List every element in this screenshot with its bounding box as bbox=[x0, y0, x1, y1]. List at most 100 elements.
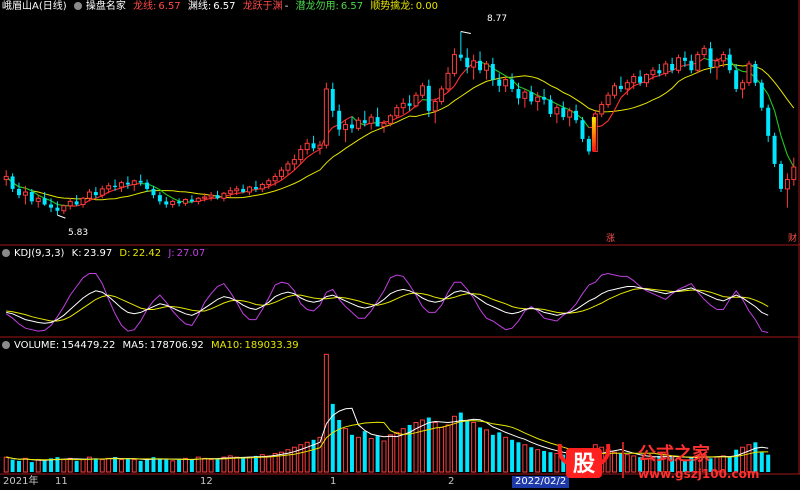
candle-body-down bbox=[708, 48, 713, 68]
candle-body-up bbox=[118, 182, 124, 188]
candle-body-up bbox=[343, 124, 349, 131]
volume-bar-down bbox=[42, 460, 47, 472]
candle-body-up bbox=[247, 186, 253, 193]
fast-line-segment bbox=[306, 152, 314, 158]
volume-bar-up bbox=[170, 460, 176, 473]
candle-body-down bbox=[657, 70, 662, 74]
indicator-settings-icon[interactable] bbox=[73, 2, 82, 10]
volume-bar-down bbox=[362, 431, 367, 472]
volume-settings-icon[interactable] bbox=[2, 341, 10, 349]
x-axis-label-year: 2021年 bbox=[3, 476, 39, 487]
badge-char: 股 bbox=[573, 452, 595, 477]
volume-bar-up bbox=[419, 419, 425, 473]
volume-bar-up bbox=[451, 415, 457, 473]
trend-dragon-label: 顺势擒龙: bbox=[370, 1, 414, 12]
kdj-k-label: K: bbox=[71, 248, 82, 259]
candle-body-down bbox=[93, 192, 98, 196]
candle-body-up bbox=[170, 200, 176, 206]
candle-body-up bbox=[106, 185, 112, 190]
high-pointer bbox=[460, 31, 471, 34]
volume-bar-down bbox=[490, 434, 495, 472]
volume-bar-up bbox=[22, 457, 28, 473]
volume-bar-up bbox=[234, 456, 240, 473]
candle-body-up bbox=[291, 159, 297, 165]
volume-bar-down bbox=[375, 436, 380, 472]
volume-bar-down bbox=[125, 458, 130, 472]
candle-body-up bbox=[234, 188, 240, 192]
candle-body-up bbox=[720, 54, 726, 62]
candle-body-down bbox=[727, 54, 732, 71]
fast-line-segment bbox=[498, 71, 506, 77]
volume-bar-down bbox=[145, 459, 150, 472]
indicator-name[interactable]: 操盘名家 bbox=[86, 1, 126, 12]
candle-body-up bbox=[554, 107, 560, 115]
candle-body-up bbox=[644, 74, 650, 84]
candle-body-down bbox=[779, 163, 783, 189]
candle-body-up bbox=[259, 184, 265, 190]
volume-bar-up bbox=[368, 438, 374, 473]
fast-line-segment bbox=[25, 187, 33, 192]
candle-body-up bbox=[195, 197, 201, 202]
candle-body-down bbox=[74, 201, 79, 205]
volume-bar-down bbox=[465, 419, 470, 472]
volume-bar-up bbox=[208, 459, 214, 473]
stock-chart[interactable] bbox=[0, 0, 800, 490]
candle-body-up bbox=[701, 47, 707, 56]
fast-line-segment bbox=[556, 103, 564, 108]
candle-body-down bbox=[478, 60, 483, 71]
kdj-name[interactable]: KDJ(9,3,3) bbox=[14, 248, 64, 259]
candle-body-down bbox=[542, 97, 547, 100]
volume-bar-down bbox=[17, 460, 21, 472]
candle-body-up bbox=[650, 69, 656, 76]
volume-bar-down bbox=[337, 419, 342, 472]
volume-bar-up bbox=[80, 459, 86, 473]
candle-body-down bbox=[772, 135, 777, 164]
candle-body-up bbox=[695, 54, 701, 71]
fast-line-segment bbox=[402, 110, 410, 116]
kdj-d-value: 22.42 bbox=[132, 248, 162, 259]
candle-body-down bbox=[151, 188, 156, 196]
volume-bar-down bbox=[215, 458, 220, 472]
period-label[interactable]: (日线) bbox=[39, 1, 67, 12]
volume-name[interactable]: VOLUME: bbox=[14, 340, 59, 351]
candle-body-down bbox=[516, 88, 521, 99]
volume-bar-up bbox=[471, 421, 477, 473]
volume-bar-up bbox=[439, 426, 445, 473]
candle-body-down bbox=[330, 88, 335, 111]
candle-body-down bbox=[465, 57, 470, 68]
candle-body-down bbox=[426, 85, 431, 111]
volume-bar-down bbox=[478, 427, 483, 472]
fast-line-segment bbox=[236, 192, 244, 194]
candle-body-up bbox=[419, 85, 425, 96]
volume-bar-up bbox=[67, 457, 73, 473]
fast-line-segment bbox=[293, 163, 302, 171]
candle-body-down bbox=[586, 138, 591, 152]
fast-line-segment bbox=[601, 120, 609, 127]
abyss-line-value: 6.57 bbox=[213, 1, 236, 12]
candle-body-down bbox=[497, 79, 502, 86]
volume-bar-up bbox=[118, 459, 124, 473]
candle-body-up bbox=[663, 63, 669, 74]
candle-body-up bbox=[676, 57, 682, 71]
hidden-dragon-value: 6.57 bbox=[340, 1, 364, 12]
kdj-settings-icon[interactable] bbox=[2, 249, 10, 257]
watermark-url: www.gszj100.com bbox=[638, 467, 759, 481]
volume-bar-up bbox=[247, 456, 253, 473]
candle-body-down bbox=[29, 192, 34, 202]
candle-body-up bbox=[503, 79, 509, 87]
volume-bar-down bbox=[10, 459, 15, 472]
candle-body-down bbox=[362, 120, 367, 124]
trend-dragon-value: 0.00 bbox=[415, 1, 438, 12]
volume-bar-down bbox=[529, 447, 534, 472]
stock-name[interactable]: 峨眉山A bbox=[2, 1, 39, 12]
zhang-marker: 涨 bbox=[606, 234, 616, 244]
candle-body-up bbox=[208, 194, 214, 198]
candle-body-down bbox=[689, 60, 694, 71]
candle-body-down bbox=[458, 54, 463, 58]
candle-body-down bbox=[157, 195, 162, 202]
fast-line-segment bbox=[95, 195, 103, 199]
high-price-label: 8.77 bbox=[487, 14, 508, 24]
volume-ma5-label: MA5: bbox=[122, 340, 148, 351]
candle-body-up bbox=[61, 205, 67, 212]
candle-body-up bbox=[227, 190, 233, 194]
